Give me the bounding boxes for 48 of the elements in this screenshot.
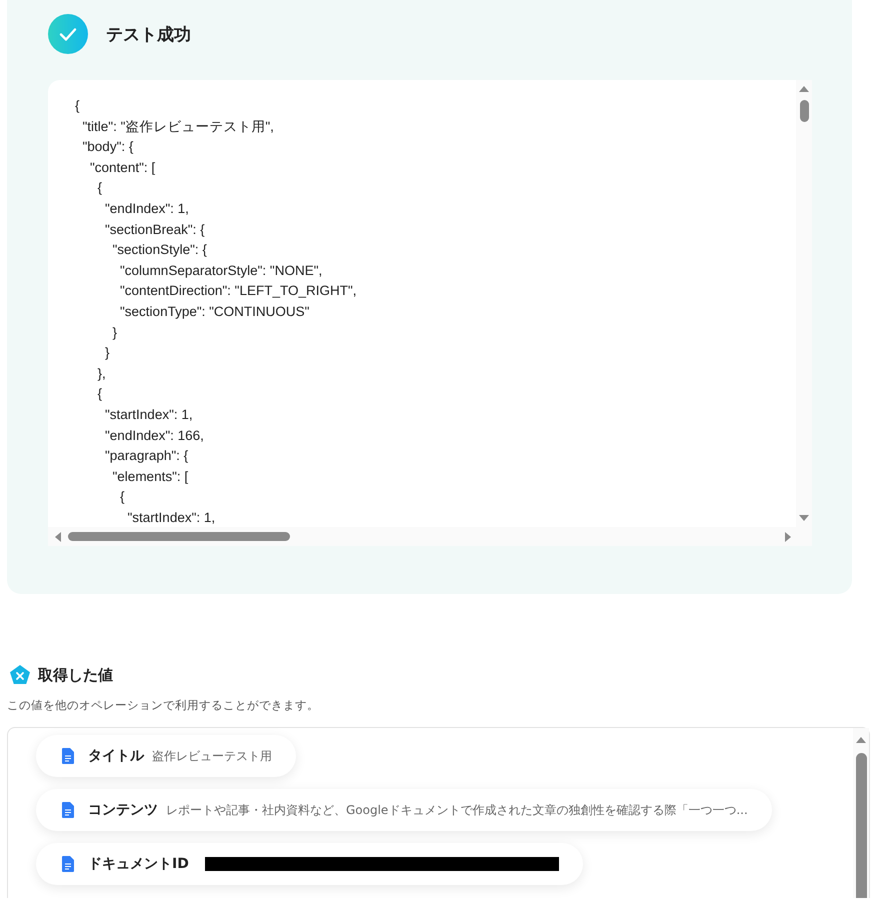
code-line: "sectionBreak": { xyxy=(104,220,206,239)
scroll-left-icon[interactable] xyxy=(54,530,62,542)
pentagon-icon xyxy=(9,664,31,686)
code-line: "columnSeparatorStyle": "NONE", xyxy=(119,262,324,280)
code-line: "sectionStyle": { xyxy=(112,241,208,260)
value-label: ドキュメントID xyxy=(88,855,189,873)
document-icon xyxy=(62,802,74,818)
value-text: 盗作レビューテスト用 xyxy=(152,748,272,764)
code-line: "startIndex": 1, xyxy=(104,406,194,424)
vertical-scrollbar[interactable] xyxy=(796,80,812,527)
code-line: { xyxy=(75,97,81,115)
code-line: "title": "盗作レビューテスト用", xyxy=(82,118,275,136)
code-line: "content": [ xyxy=(89,158,156,177)
section-description: この値を他のオペレーションで利用することができます。 xyxy=(7,698,320,713)
value-label: コンテンツ xyxy=(88,801,158,819)
code-line: "sectionType": "CONTINUOUS" xyxy=(119,302,310,321)
code-line: "elements": [ xyxy=(112,468,190,486)
check-icon xyxy=(48,14,88,54)
section-title: 取得した値 xyxy=(38,666,113,684)
code-line: "endIndex": 166, xyxy=(104,426,205,444)
code-line: { xyxy=(96,179,104,198)
value-chip[interactable]: コンテンツ レポートや記事・社内資料など、Googleドキュメントで作成された文章の独創性を確認する際「一つ一つ... xyxy=(36,789,772,831)
code-line: "startIndex": 1, xyxy=(126,508,216,527)
result-title: テスト成功 xyxy=(106,24,191,46)
vertical-scrollbar[interactable] xyxy=(853,728,869,898)
value-label: タイトル xyxy=(88,747,144,765)
horizontal-scrollbar[interactable] xyxy=(48,527,812,546)
code-line: } xyxy=(104,344,111,362)
value-text: レポートや記事・社内資料など、Googleドキュメントで作成された文章の独創性を確認する際「一つ一つ... xyxy=(166,802,748,818)
code-line: { xyxy=(96,385,104,404)
scroll-thumb[interactable] xyxy=(856,753,866,898)
code-line: "contentDirection": "LEFT_TO_RIGHT", xyxy=(119,282,358,300)
value-chip[interactable]: タイトル 盗作レビューテスト用 xyxy=(36,735,296,777)
scroll-thumb[interactable] xyxy=(68,532,290,541)
code-line: }, xyxy=(96,364,107,383)
document-icon xyxy=(62,748,74,764)
code-line: { xyxy=(119,488,126,506)
scroll-thumb[interactable] xyxy=(800,100,808,122)
code-line: "endIndex": 1, xyxy=(104,200,190,218)
document-icon xyxy=(62,856,74,872)
scroll-down-icon[interactable] xyxy=(798,514,810,522)
code-line: } xyxy=(112,324,118,342)
value-chip[interactable]: ドキュメントID xyxy=(36,843,583,885)
scroll-up-icon[interactable] xyxy=(798,85,810,93)
scroll-up-icon[interactable] xyxy=(855,736,867,744)
scroll-right-icon[interactable] xyxy=(784,530,792,542)
code-line: "paragraph": { xyxy=(104,447,190,466)
code-line: "body": { xyxy=(82,138,134,156)
